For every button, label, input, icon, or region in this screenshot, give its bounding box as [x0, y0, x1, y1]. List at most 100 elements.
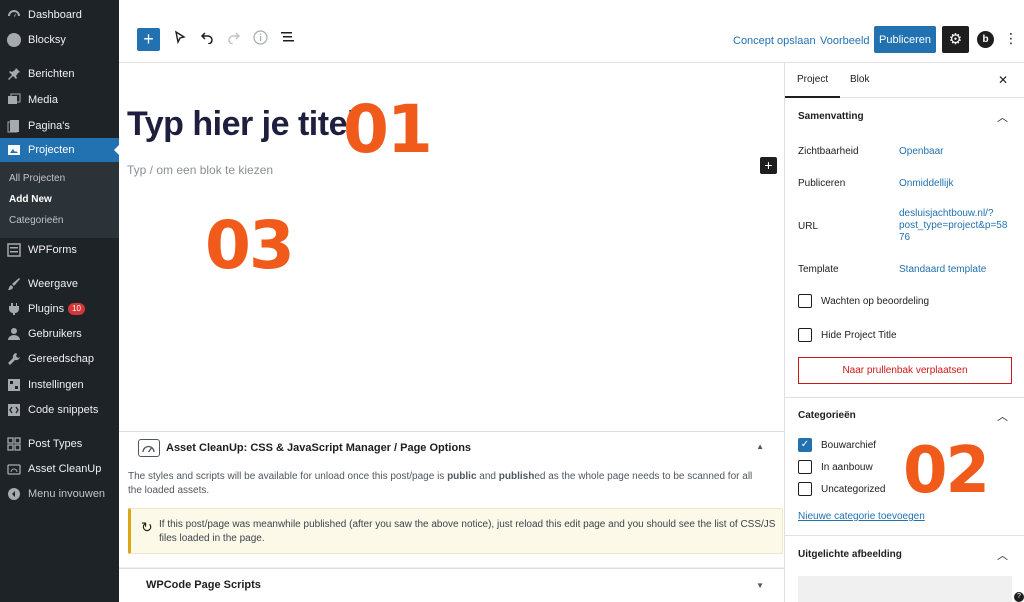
select-tool-icon[interactable]: [171, 30, 189, 48]
checkbox[interactable]: [798, 460, 812, 474]
tab-project[interactable]: Project: [785, 63, 841, 98]
post-title-input[interactable]: Typ hier je titel: [127, 105, 356, 144]
asset-cleanup-description: The styles and scripts will be available…: [128, 470, 768, 498]
portfolio-icon: [7, 143, 21, 157]
checkbox-label: Uncategorized: [821, 483, 886, 495]
sidebar-collapse-menu[interactable]: Menu invouwen: [0, 482, 119, 506]
visibility-value[interactable]: Openbaar: [899, 146, 943, 158]
sidebar-item-dashboard[interactable]: Dashboard: [0, 3, 119, 27]
hide-title-checkbox[interactable]: Hide Project Title: [798, 328, 897, 342]
sidebar-item-instellingen[interactable]: Instellingen: [0, 373, 119, 397]
asset-cleanup-metabox: Asset CleanUp: CSS & JavaScript Manager …: [119, 431, 784, 567]
sidebar-item-label: Post Types: [28, 438, 83, 450]
publish-value[interactable]: Onmiddellijk: [899, 178, 953, 190]
checkbox[interactable]: [798, 328, 812, 342]
summary-panel-title[interactable]: Samenvatting: [798, 111, 864, 122]
checkbox-label: In aanbouw: [821, 461, 873, 473]
sidebar-item-projecten[interactable]: Projecten: [0, 138, 120, 162]
tab-blok[interactable]: Blok: [838, 63, 881, 98]
sidebar-item-plugins[interactable]: Plugins 10: [0, 297, 119, 321]
template-value[interactable]: Standaard template: [899, 264, 986, 276]
help-icon[interactable]: ?: [1014, 592, 1024, 602]
preview-button[interactable]: Voorbeeld: [820, 35, 870, 47]
url-label: URL: [798, 221, 819, 232]
sidebar-item-wpforms[interactable]: WPForms: [0, 238, 119, 262]
sidebar-item-label: Berichten: [28, 68, 75, 80]
checkbox[interactable]: [798, 482, 812, 496]
collapse-up-icon[interactable]: ▲: [756, 442, 764, 451]
inline-block-inserter-button[interactable]: +: [760, 157, 777, 174]
categories-panel-title[interactable]: Categorieën: [798, 410, 856, 421]
sidebar-item-label: Asset CleanUp: [28, 463, 102, 475]
checkbox[interactable]: [798, 294, 812, 308]
submenu-add-new[interactable]: Add New: [9, 194, 52, 205]
reload-notice: ↻ If this post/page was meanwhile publis…: [128, 508, 783, 554]
chevron-up-icon[interactable]: ︿: [997, 109, 1008, 125]
sidebar-item-label: WPForms: [28, 244, 77, 256]
editor-toolbar: + Concept opslaan Voorbeeld Publiceren ⚙…: [119, 0, 1024, 63]
sidebar-item-paginas[interactable]: Pagina's: [0, 114, 119, 138]
text-bold-published: publish: [498, 471, 535, 482]
settings-toggle-button[interactable]: ⚙: [942, 26, 969, 53]
visibility-label: Zichtbaarheid: [798, 146, 859, 157]
pin-icon: [7, 67, 21, 81]
page-icon: [7, 119, 21, 133]
editor-canvas: Typ hier je titel Typ / om een blok te k…: [119, 63, 784, 431]
undo-icon[interactable]: [198, 30, 216, 48]
blocksy-icon: [7, 33, 21, 47]
pending-review-checkbox[interactable]: Wachten op beoordeling: [798, 294, 929, 308]
chevron-up-icon[interactable]: ︿: [997, 547, 1008, 563]
list-view-icon[interactable]: [278, 30, 296, 48]
users-icon: [7, 327, 21, 341]
divider: [785, 397, 1024, 398]
featured-image-dropzone[interactable]: [798, 576, 1012, 602]
admin-sidebar: Dashboard Blocksy Berichten Media Pagina…: [0, 0, 120, 602]
sidebar-item-blocksy[interactable]: Blocksy: [0, 28, 119, 52]
sidebar-item-asset-cleanup[interactable]: Asset CleanUp: [0, 457, 119, 481]
category-bouwarchief[interactable]: ✓ Bouwarchief: [798, 438, 876, 452]
plugin-icon: [7, 302, 21, 316]
annotation-02: 02: [903, 434, 990, 508]
add-block-button[interactable]: +: [137, 28, 160, 51]
chevron-up-icon[interactable]: ︿: [997, 408, 1008, 424]
save-draft-button[interactable]: Concept opslaan: [733, 35, 816, 47]
more-options-button[interactable]: ⋮: [1004, 30, 1018, 47]
sidebar-item-label: Menu invouwen: [28, 488, 106, 500]
sidebar-item-berichten[interactable]: Berichten: [0, 62, 119, 86]
url-line: 76: [899, 232, 911, 243]
sidebar-item-label: Media: [28, 94, 58, 106]
code-icon: [7, 403, 21, 417]
sidebar-item-gebruikers[interactable]: Gebruikers: [0, 322, 119, 346]
sidebar-item-post-types[interactable]: Post Types: [0, 432, 119, 456]
plugins-update-badge: 10: [68, 303, 85, 315]
category-in-aanbouw[interactable]: In aanbouw: [798, 460, 873, 474]
sidebar-item-code-snippets[interactable]: Code snippets: [0, 398, 119, 422]
category-uncategorized[interactable]: Uncategorized: [798, 482, 885, 496]
brush-icon: [7, 277, 21, 291]
sidebar-item-media[interactable]: Media: [0, 88, 119, 112]
publish-label: Publiceren: [798, 178, 846, 189]
move-to-trash-button[interactable]: Naar prullenbak verplaatsen: [798, 357, 1012, 384]
blocksy-button[interactable]: b: [977, 31, 994, 48]
sidebar-item-weergave[interactable]: Weergave: [0, 272, 119, 296]
block-placeholder[interactable]: Typ / om een blok te kiezen: [127, 163, 273, 177]
sidebar-item-gereedschap[interactable]: Gereedschap: [0, 347, 119, 371]
asset-cleanup-metabox-header[interactable]: Asset CleanUp: CSS & JavaScript Manager …: [138, 432, 471, 464]
wrench-icon: [7, 352, 21, 366]
info-icon[interactable]: [251, 30, 269, 48]
publish-button[interactable]: Publiceren: [874, 26, 936, 53]
close-icon[interactable]: ✕: [998, 73, 1008, 87]
submenu-all-projecten[interactable]: All Projecten: [9, 173, 65, 184]
expand-down-icon[interactable]: ▼: [756, 581, 764, 590]
add-new-category-link[interactable]: Nieuwe categorie toevoegen: [798, 511, 925, 522]
featured-image-panel-title[interactable]: Uitgelichte afbeelding: [798, 549, 902, 560]
submenu-categorieen[interactable]: Categorieën: [9, 215, 63, 226]
checkbox-checked[interactable]: ✓: [798, 438, 812, 452]
text-bold-public: public: [447, 471, 477, 482]
checkbox-label: Hide Project Title: [821, 329, 897, 341]
url-value[interactable]: desluisjachtbouw.nl/? post_type=project&…: [899, 208, 1007, 244]
annotation-03: 03: [205, 207, 295, 284]
redo-icon[interactable]: [225, 30, 243, 48]
url-line: post_type=project&p=58: [899, 220, 1008, 231]
wpcode-metabox-header[interactable]: WPCode Page Scripts: [146, 569, 261, 601]
